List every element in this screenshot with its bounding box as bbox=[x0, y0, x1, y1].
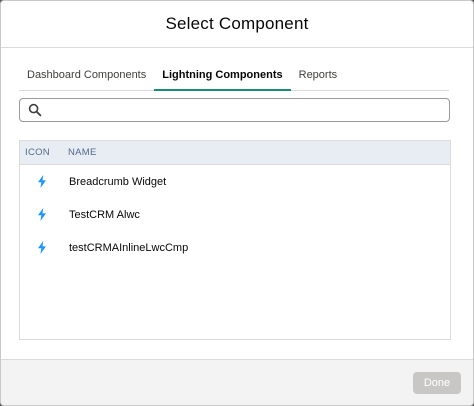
column-header-icon: ICON bbox=[25, 147, 50, 158]
search-input[interactable] bbox=[46, 100, 446, 120]
components-table: ICON NAME Breadcrumb Widget TestCRM Alwc bbox=[19, 140, 451, 340]
component-tabs: Dashboard Components Lightning Component… bbox=[19, 58, 449, 91]
modal-body: Dashboard Components Lightning Component… bbox=[1, 48, 473, 360]
lightning-bolt-icon bbox=[38, 208, 46, 221]
tab-dashboard-components[interactable]: Dashboard Components bbox=[19, 60, 154, 90]
lightning-bolt-icon bbox=[38, 175, 46, 188]
modal-header: Select Component bbox=[1, 1, 473, 48]
search-icon bbox=[28, 103, 42, 117]
modal-footer: Done bbox=[1, 359, 473, 405]
column-header-name: NAME bbox=[68, 147, 97, 158]
search-box[interactable] bbox=[19, 98, 450, 122]
table-row[interactable]: TestCRM Alwc bbox=[20, 198, 450, 231]
component-name: testCRMAInlineLwcCmp bbox=[69, 241, 189, 254]
done-button[interactable]: Done bbox=[413, 372, 461, 394]
component-name: Breadcrumb Widget bbox=[69, 175, 167, 188]
table-header: ICON NAME bbox=[20, 141, 450, 165]
table-row[interactable]: Breadcrumb Widget bbox=[20, 165, 450, 198]
select-component-modal: Select Component Dashboard Components Li… bbox=[0, 0, 474, 406]
tab-lightning-components[interactable]: Lightning Components bbox=[154, 60, 292, 91]
tab-reports[interactable]: Reports bbox=[291, 60, 346, 90]
table-row[interactable]: testCRMAInlineLwcCmp bbox=[20, 231, 450, 264]
lightning-bolt-icon bbox=[38, 241, 46, 254]
component-name: TestCRM Alwc bbox=[69, 208, 140, 221]
modal-title: Select Component bbox=[165, 14, 309, 33]
